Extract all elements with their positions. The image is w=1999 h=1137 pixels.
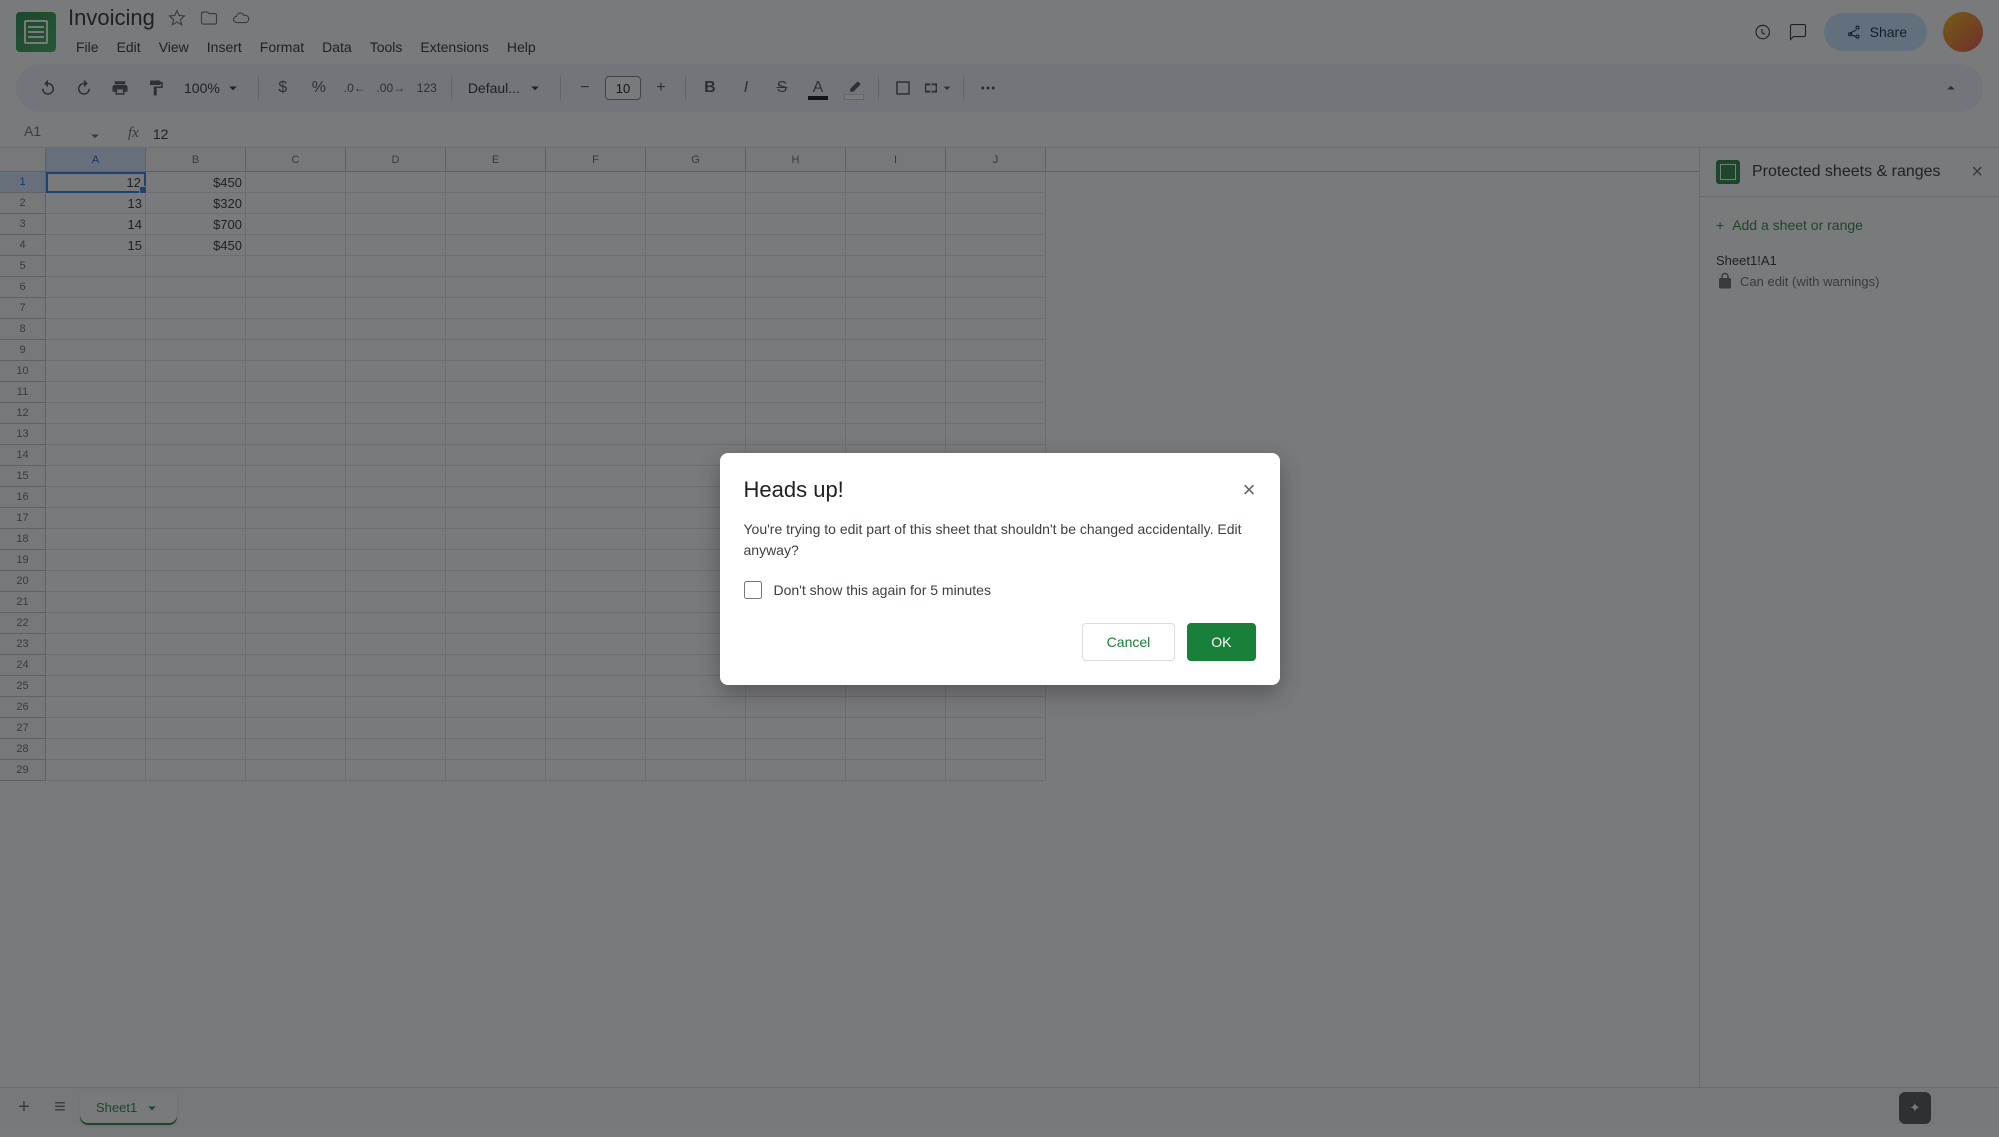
dialog-body: You're trying to edit part of this sheet…: [744, 519, 1256, 561]
checkbox-label: Don't show this again for 5 minutes: [774, 582, 991, 598]
heads-up-dialog: Heads up! × You're trying to edit part o…: [720, 453, 1280, 685]
dont-show-checkbox[interactable]: Don't show this again for 5 minutes: [744, 581, 1256, 599]
close-icon[interactable]: ×: [1243, 477, 1256, 503]
cancel-button[interactable]: Cancel: [1082, 623, 1176, 661]
dialog-title: Heads up!: [744, 477, 844, 503]
checkbox-input[interactable]: [744, 581, 762, 599]
ok-button[interactable]: OK: [1187, 623, 1255, 661]
modal-overlay: Heads up! × You're trying to edit part o…: [0, 0, 1999, 1137]
